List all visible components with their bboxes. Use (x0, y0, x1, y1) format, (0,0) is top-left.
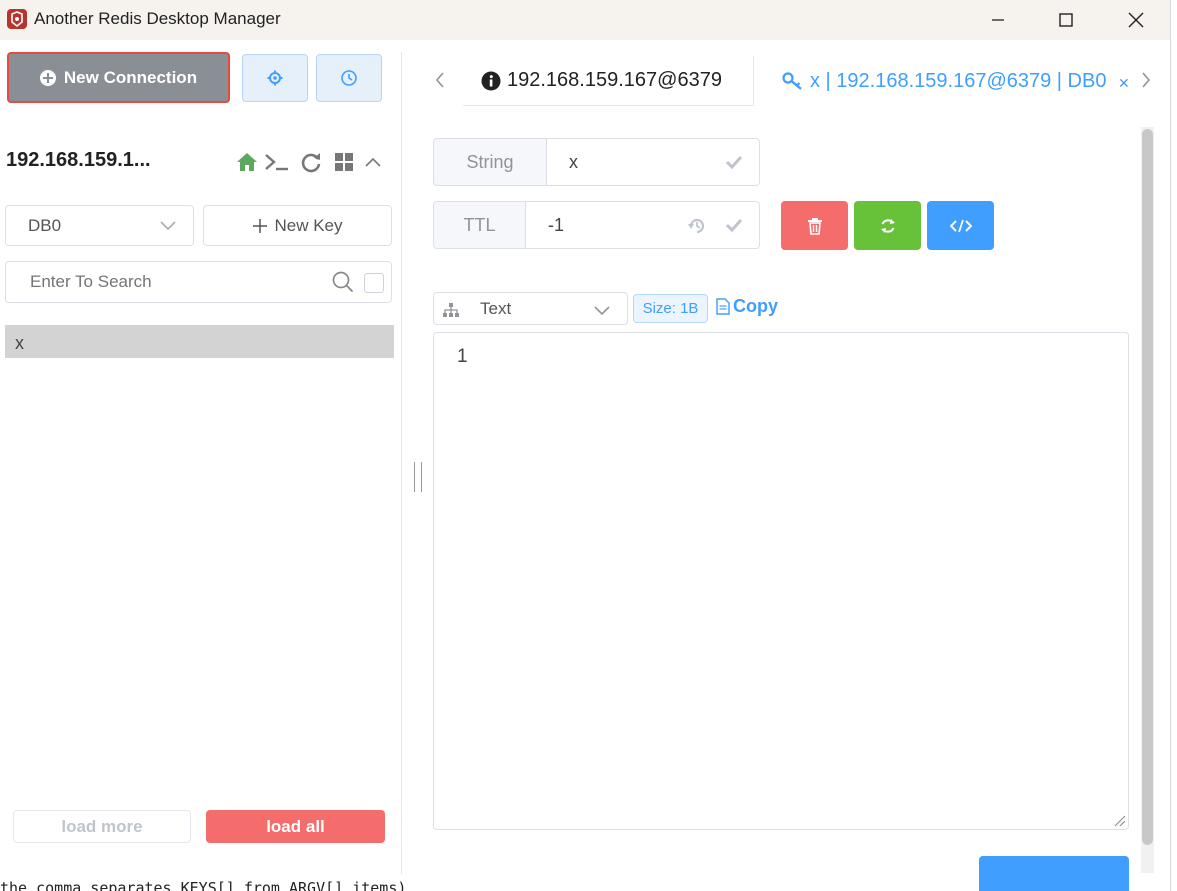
search-icon[interactable] (332, 271, 354, 293)
history-button[interactable] (316, 54, 382, 102)
terminal-icon (265, 154, 288, 171)
panel-resize-handle[interactable] (414, 462, 422, 492)
resize-grip-icon[interactable] (1112, 813, 1126, 827)
refresh-key-button[interactable] (854, 201, 921, 250)
load-all-button[interactable]: load all (206, 810, 385, 843)
gear-icon (267, 70, 283, 86)
tab-connection-info-label: 192.168.159.167@6379 (507, 69, 722, 91)
key-list-item[interactable]: x (5, 325, 394, 358)
key-type-label: String (433, 138, 547, 186)
new-key-button[interactable]: New Key (203, 205, 392, 246)
persist-icon[interactable] (687, 216, 707, 236)
size-badge: Size: 1B (633, 294, 708, 323)
new-connection-button[interactable]: New Connection (7, 52, 230, 103)
window-title: Another Redis Desktop Manager (34, 9, 281, 28)
window-edge (1170, 0, 1177, 891)
exact-search-checkbox[interactable] (364, 273, 384, 293)
ttl-label: TTL (433, 201, 526, 249)
view-format-value: Text (480, 298, 512, 318)
sitemap-icon (443, 303, 459, 317)
db-select[interactable]: DB0 (5, 205, 194, 246)
dump-command-button[interactable] (927, 201, 994, 250)
key-icon (782, 72, 802, 90)
ttl-value: -1 (548, 214, 565, 235)
plus-circle-icon (39, 69, 56, 86)
chevron-right-icon (1142, 72, 1151, 88)
tab-scroll-left-button[interactable] (432, 70, 450, 90)
refresh-icon (880, 218, 895, 233)
settings-button[interactable] (242, 54, 308, 102)
home-button[interactable] (234, 149, 260, 175)
close-window-button[interactable] (1114, 4, 1158, 36)
trash-icon (807, 217, 822, 235)
maximize-icon (1059, 13, 1073, 27)
grid-icon (335, 153, 353, 171)
db-select-value: DB0 (28, 215, 62, 235)
tab-connection-info[interactable]: 192.168.159.167@6379 (463, 56, 754, 106)
new-connection-label: New Connection (63, 67, 198, 87)
chevron-up-icon (365, 157, 381, 167)
background-terminal-text: the comma separates KEYS[] from ARGV[] i… (0, 879, 407, 891)
chevron-down-icon (160, 221, 176, 231)
dashboard-button[interactable] (331, 149, 357, 175)
tab-key-detail-label: x | 192.168.159.167@6379 | DB0 (810, 69, 1107, 92)
chevron-left-icon (435, 72, 444, 88)
refresh-connection-button[interactable] (298, 149, 324, 175)
terminal-button[interactable] (264, 149, 290, 175)
chevron-down-icon (594, 306, 610, 316)
tab-key-detail[interactable]: x | 192.168.159.167@6379 | DB0 (782, 56, 1130, 106)
view-format-select[interactable]: Text (433, 292, 628, 325)
refresh-icon (301, 153, 321, 173)
ttl-field[interactable]: -1 (526, 201, 760, 249)
delete-key-button[interactable] (781, 201, 848, 250)
key-name-field[interactable]: x (547, 138, 760, 186)
close-tab-icon[interactable]: ✕ (1118, 75, 1130, 92)
panel-divider (401, 52, 402, 874)
document-icon (716, 298, 730, 315)
load-more-button[interactable]: load more (13, 810, 191, 843)
copy-label: Copy (733, 296, 778, 316)
new-key-label: New Key (274, 215, 343, 235)
minimize-icon (992, 19, 1004, 21)
maximize-button[interactable] (1044, 4, 1088, 36)
tab-scroll-right-button[interactable] (1138, 70, 1156, 90)
close-icon (1128, 12, 1144, 28)
copy-button[interactable]: Copy (716, 296, 778, 317)
connection-name[interactable]: 192.168.159.1... (6, 149, 151, 172)
plus-icon (253, 218, 268, 233)
value-text: 1 (457, 346, 468, 367)
value-editor[interactable] (433, 332, 1129, 830)
app-logo-icon (7, 9, 27, 29)
key-name-value: x (569, 151, 578, 172)
info-icon (481, 71, 501, 90)
home-icon (237, 153, 257, 171)
search-input[interactable] (28, 271, 312, 293)
clock-icon (341, 70, 357, 86)
scrollbar-thumb[interactable] (1142, 129, 1153, 845)
check-icon[interactable] (725, 155, 743, 169)
collapse-button[interactable] (360, 149, 386, 175)
minimize-button[interactable] (976, 4, 1020, 36)
code-icon (949, 219, 972, 232)
ttl-check-icon[interactable] (725, 218, 743, 232)
